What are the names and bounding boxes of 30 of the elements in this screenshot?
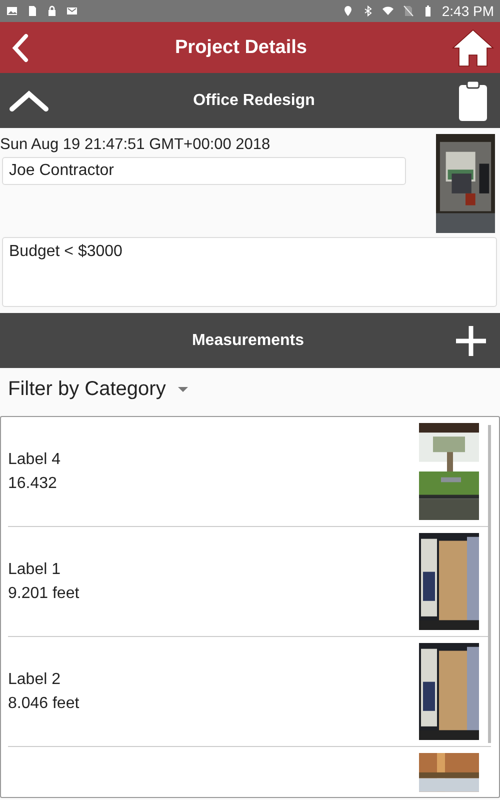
project-date: Sun Aug 19 21:47:51 GMT+00:00 2018: [0, 136, 272, 154]
app-title: Project Details: [175, 36, 307, 58]
category-dropdown[interactable]: Filter by Category: [0, 378, 196, 401]
mail-icon: [66, 5, 78, 17]
measurements-title: Measurements: [192, 332, 304, 350]
measurement-label: Label 2: [8, 670, 62, 688]
measurement-item[interactable]: Label 2 8.046 feet: [8, 637, 491, 747]
dropdown-caret-icon: [178, 386, 188, 392]
measurement-value: 9.201 feet: [8, 584, 80, 602]
measurement-value: 8.046 feet: [8, 694, 80, 712]
no-sim-icon: [402, 5, 414, 17]
add-icon[interactable]: [454, 324, 488, 358]
back-icon[interactable]: [10, 32, 30, 62]
wifi-icon: [382, 5, 394, 17]
measurement-item[interactable]: Label 4 16.432: [8, 417, 491, 527]
measurement-item[interactable]: Label 1 9.201 feet: [8, 527, 491, 637]
lock-icon: [46, 5, 58, 17]
clock-time: 2:43 PM: [442, 3, 494, 19]
home-icon[interactable]: [452, 28, 494, 66]
contractor-field[interactable]: Joe Contractor: [2, 157, 406, 185]
collapse-icon[interactable]: [8, 88, 50, 112]
sd-card-icon: [26, 5, 38, 17]
project-title: Office Redesign: [193, 92, 315, 110]
clipboard-icon[interactable]: [458, 80, 488, 122]
measurement-value: 16.432: [8, 474, 58, 492]
notes-field[interactable]: Budget < $3000: [2, 237, 497, 307]
location-icon: [342, 5, 354, 17]
image-icon: [6, 5, 18, 17]
measurement-label: Label 1: [8, 560, 62, 578]
measurement-label: Label 4: [8, 450, 60, 468]
